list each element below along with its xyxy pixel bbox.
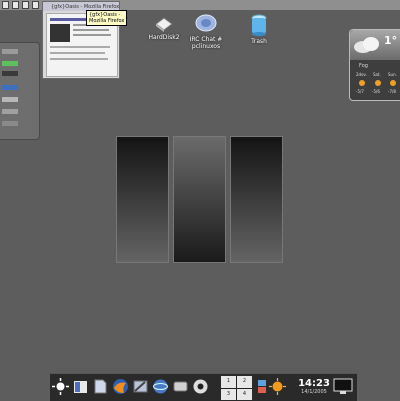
system-monitor-widget bbox=[0, 42, 40, 140]
desktop-icon-label: HardDisk2 bbox=[148, 34, 180, 41]
tooltip: {gfx}Oasis - Mozilla Firefox bbox=[86, 10, 128, 26]
clock-time: 14:23 bbox=[298, 378, 330, 389]
cloud-icon bbox=[354, 37, 379, 53]
forecast-day: Sun. bbox=[388, 72, 397, 77]
forecast-range: -7/8 bbox=[388, 89, 396, 94]
sun-icon bbox=[359, 80, 365, 86]
monitor-icon[interactable] bbox=[333, 378, 353, 395]
sun-icon bbox=[375, 80, 381, 86]
weather-sky: 1° bbox=[350, 30, 400, 60]
desktop-icon-trash[interactable]: Trash bbox=[237, 14, 281, 45]
desktop-icon-label: Trash bbox=[251, 38, 267, 45]
weather-sun-icon[interactable] bbox=[269, 378, 286, 395]
workspace-2[interactable]: 2 bbox=[237, 376, 252, 388]
desktop-icon-irc-chat[interactable]: IRC Chat # pclinuxos bbox=[184, 14, 228, 50]
forecast-day: Sat. bbox=[373, 72, 381, 77]
launcher-icon[interactable] bbox=[12, 1, 19, 9]
forecast-day: 2dev. bbox=[356, 72, 367, 77]
desktop-icon-label: IRC Chat # bbox=[189, 36, 223, 43]
harddisk-icon bbox=[155, 17, 173, 32]
weather-condition: Fog bbox=[359, 63, 368, 69]
tray-icon[interactable] bbox=[257, 379, 267, 394]
tools-icon[interactable] bbox=[132, 378, 149, 395]
decor-panel-right bbox=[230, 136, 283, 263]
workspace-pager: 1 2 3 4 bbox=[221, 376, 252, 400]
trash-icon bbox=[251, 14, 267, 36]
sun-icon bbox=[390, 80, 396, 86]
clock-date: 14/1/2005 bbox=[301, 389, 327, 395]
document-icon[interactable] bbox=[92, 378, 109, 395]
menu-icon[interactable] bbox=[52, 378, 69, 395]
launcher-icon[interactable] bbox=[22, 1, 29, 9]
decor-panel-left bbox=[116, 136, 169, 263]
decor-panel-middle bbox=[173, 136, 226, 263]
forecast-range: -5/6 bbox=[372, 89, 380, 94]
forecast-range: -5/7 bbox=[356, 89, 364, 94]
workspace-1[interactable]: 1 bbox=[221, 376, 236, 388]
weather-temp: 1° bbox=[384, 34, 398, 47]
clock[interactable]: 14:23 14/1/2005 bbox=[296, 378, 332, 396]
firefox-icon[interactable] bbox=[112, 378, 129, 395]
launcher-icon[interactable] bbox=[32, 1, 39, 9]
media-icon[interactable] bbox=[192, 378, 209, 395]
disk-icon[interactable] bbox=[172, 378, 189, 395]
weather-widget: 1° Fog 2dev. Sat. Sun. -5/7 -5/6 -7/8 bbox=[349, 29, 400, 101]
desktop-icon-label: pclinuxos bbox=[191, 43, 221, 50]
desktop-icon-harddisk[interactable]: HardDisk2 bbox=[142, 14, 186, 41]
launcher-icon[interactable] bbox=[2, 1, 9, 9]
network-icon[interactable] bbox=[152, 378, 169, 395]
chat-icon bbox=[195, 14, 217, 32]
home-folder-icon[interactable] bbox=[72, 378, 89, 395]
workspace-3[interactable]: 3 bbox=[221, 388, 236, 400]
workspace-4[interactable]: 4 bbox=[237, 388, 252, 400]
